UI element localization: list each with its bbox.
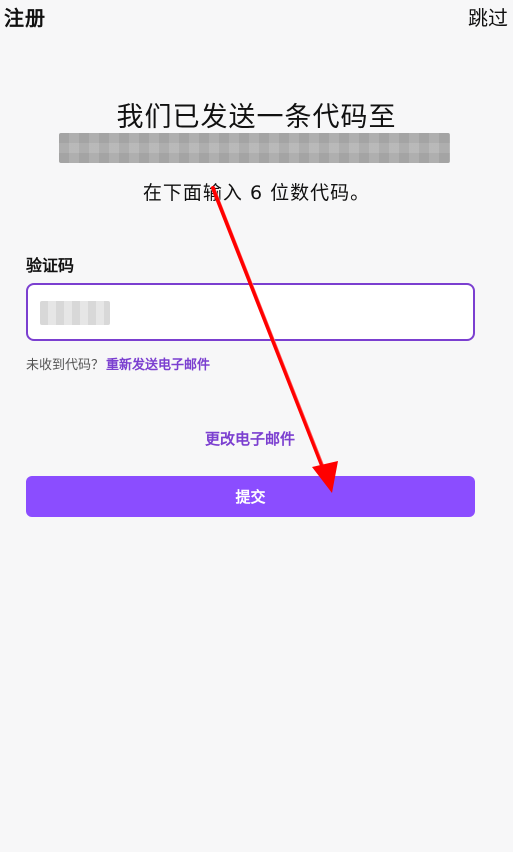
code-input-container[interactable]	[26, 283, 475, 341]
enter-code-instruction: 在下面输入 6 位数代码。	[142, 182, 371, 204]
sent-code-headline: 我们已发送一条代码至	[116, 102, 397, 133]
change-email-link[interactable]: 更改电子邮件	[0, 428, 500, 449]
page-title: 注册	[4, 6, 46, 30]
redacted-email-address	[59, 133, 450, 163]
resend-prompt: 未收到代码？	[26, 358, 105, 373]
code-field-label: 验证码	[26, 256, 75, 275]
skip-button[interactable]: 跳过	[468, 2, 508, 31]
signup-screen: 注册 跳过 我们已发送一条代码至 在下面输入 6 位数代码。 验证码 未收到代码…	[0, 0, 513, 852]
verification-code-input[interactable]	[40, 301, 110, 325]
resend-email-link[interactable]: 重新发送电子邮件	[106, 358, 210, 373]
resend-row: 未收到代码？ 重新发送电子邮件	[26, 354, 210, 373]
submit-button[interactable]: 提交	[26, 476, 475, 517]
